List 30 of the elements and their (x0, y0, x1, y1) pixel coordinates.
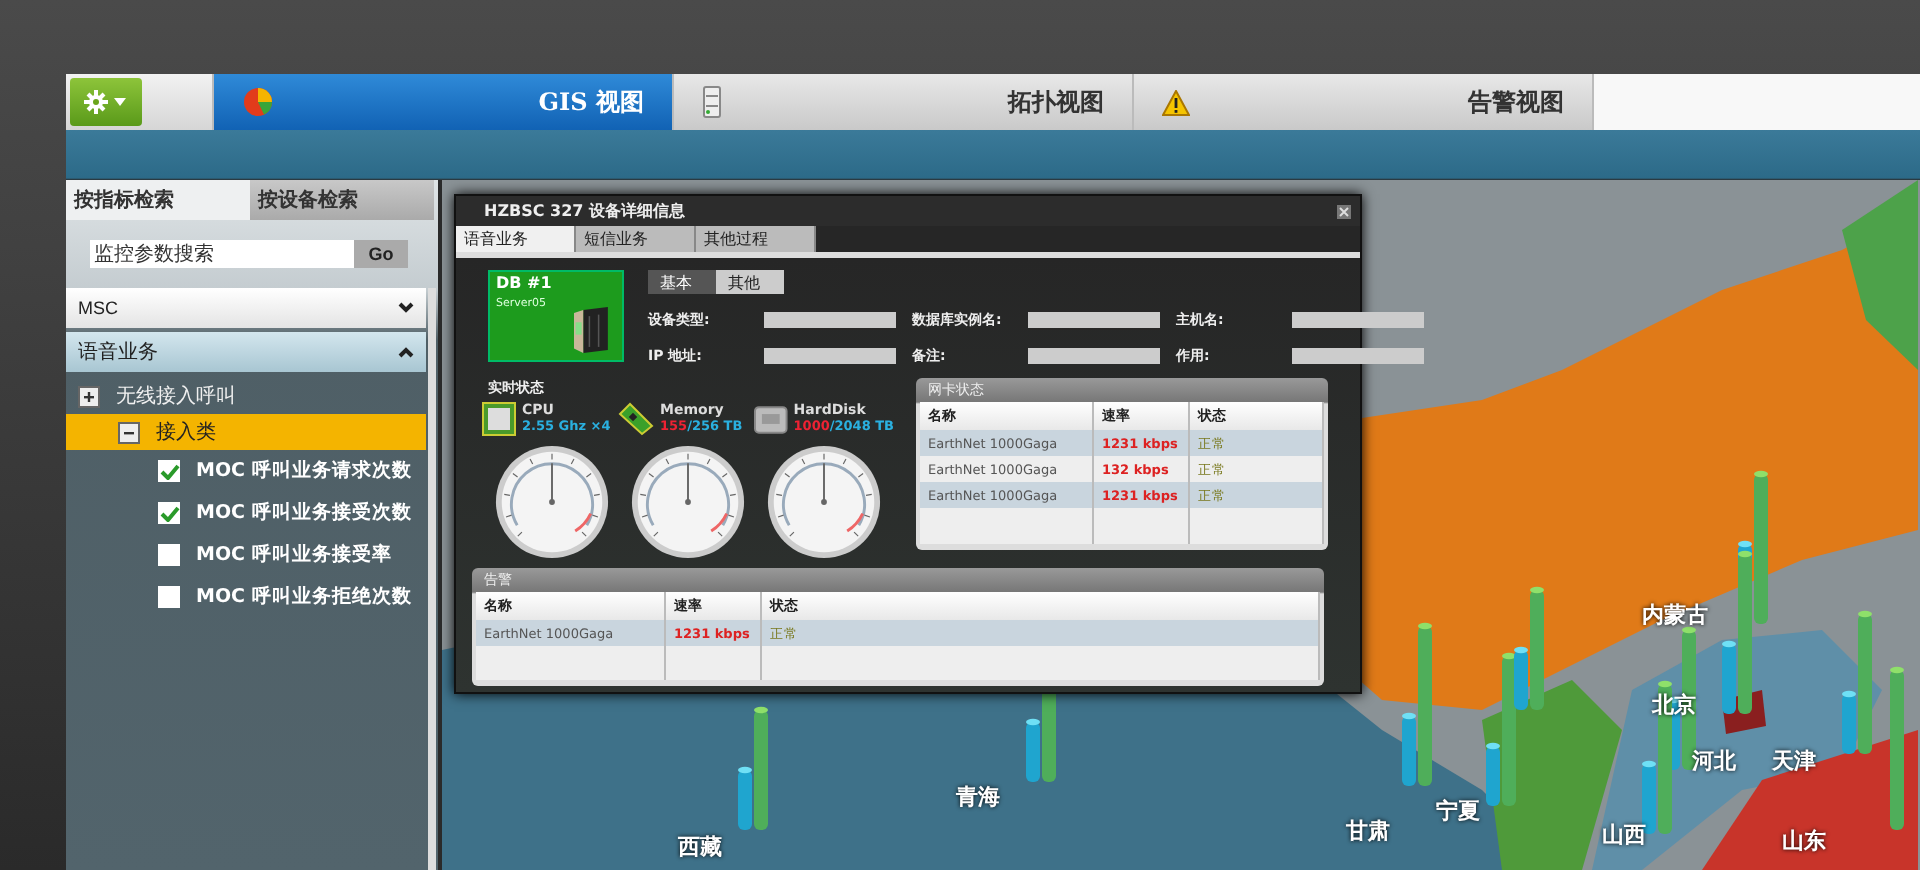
province-label: 天津 (1772, 746, 1816, 776)
tree-item[interactable]: 接入类 (66, 414, 426, 450)
metric-label: MOC 呼叫业务请求次数 (196, 458, 412, 484)
device-name: DB #1 (496, 274, 552, 292)
province-label: 西藏 (678, 832, 722, 862)
view-tab[interactable]: 告警视图 (1132, 74, 1592, 130)
province-label: 甘肃 (1346, 816, 1390, 846)
metric-label: MOC 呼叫业务接受次数 (196, 500, 412, 526)
accordion-header[interactable]: 语音业务 (66, 332, 426, 372)
view-tab[interactable]: GIS 视图 (212, 74, 672, 130)
metric-label: MOC 呼叫业务接受率 (196, 542, 392, 568)
metric-label: MOC 呼叫业务拒绝次数 (196, 584, 412, 610)
search-tab[interactable]: 按指标检索 (66, 180, 250, 220)
province-label: 河北 (1692, 746, 1736, 776)
search-field[interactable]: 监控参数搜索 (90, 240, 354, 268)
dialog-title: HZBSC 327 设备详细信息 (484, 200, 685, 222)
province-label: 宁夏 (1436, 796, 1480, 826)
province-label: 青海 (956, 782, 1000, 812)
search-tab[interactable]: 按设备检索 (250, 180, 434, 220)
info-tab[interactable]: 基本 (648, 270, 716, 294)
dialog-tab[interactable]: 其他过程 (696, 226, 816, 252)
dialog-tab[interactable]: 短信业务 (576, 226, 696, 252)
tree-item[interactable]: 无线接入呼叫 (66, 378, 426, 414)
dropdown[interactable]: MSC (66, 288, 426, 328)
province-label: 山西 (1602, 820, 1646, 850)
info-tab[interactable]: 其他 (716, 270, 784, 294)
province-label: 山东 (1782, 826, 1826, 856)
dialog-tab[interactable]: 语音业务 (456, 226, 576, 252)
view-tab[interactable]: 拓扑视图 (672, 74, 1132, 130)
go-button[interactable]: Go (354, 240, 408, 268)
